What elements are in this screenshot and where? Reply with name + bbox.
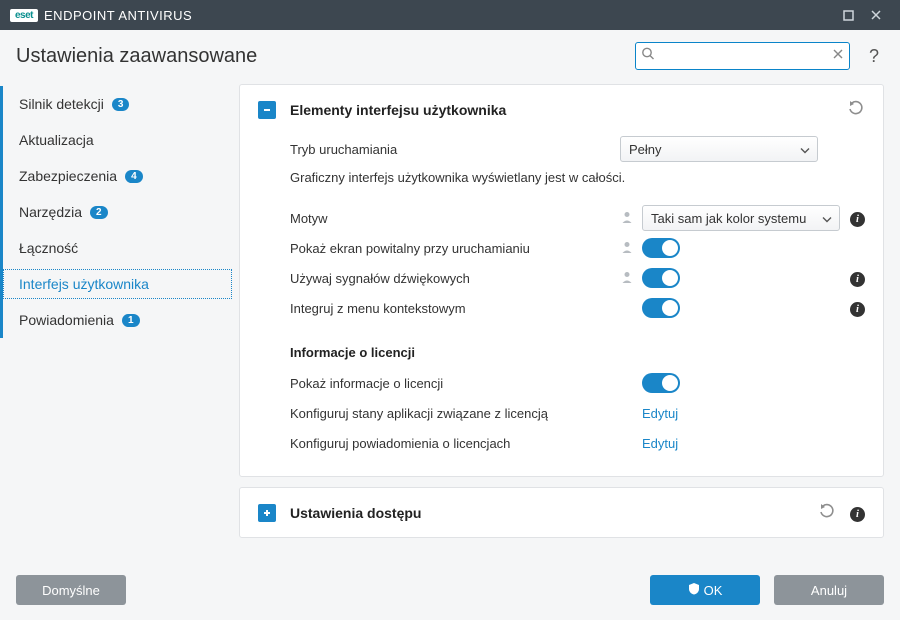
show-license-label: Pokaż informacje o licencji bbox=[290, 376, 620, 391]
sidebar-item-protections[interactable]: Zabezpieczenia 4 bbox=[0, 158, 235, 194]
header: Ustawienia zaawansowane ? bbox=[0, 30, 900, 82]
cancel-button[interactable]: Anuluj bbox=[774, 575, 884, 605]
row-configure-states: Konfiguruj stany aplikacji związane z li… bbox=[290, 398, 865, 428]
shield-icon bbox=[688, 582, 700, 598]
sidebar-badge: 2 bbox=[90, 206, 108, 219]
window-maximize-button[interactable] bbox=[834, 0, 862, 30]
revert-icon[interactable] bbox=[818, 502, 836, 523]
configure-notifs-label: Konfiguruj powiadomienia o licencjach bbox=[290, 436, 620, 451]
titlebar: eset ENDPOINT ANTIVIRUS bbox=[0, 0, 900, 30]
info-icon[interactable]: i bbox=[850, 210, 865, 227]
page-title: Ustawienia zaawansowane bbox=[16, 45, 257, 68]
sidebar-item-connectivity[interactable]: Łączność bbox=[0, 230, 235, 266]
sidebar-item-label: Łączność bbox=[19, 240, 78, 256]
theme-select[interactable]: Taki sam jak kolor systemu bbox=[642, 205, 840, 231]
row-startup-mode: Tryb uruchamiania Pełny bbox=[290, 134, 865, 164]
sidebar-item-notifications[interactable]: Powiadomienia 1 bbox=[0, 302, 235, 338]
person-icon bbox=[620, 210, 634, 227]
startup-mode-note: Graficzny interfejs użytkownika wyświetl… bbox=[290, 170, 865, 185]
help-button[interactable]: ? bbox=[864, 46, 884, 67]
edit-notifs-link[interactable]: Edytuj bbox=[642, 436, 678, 451]
person-icon bbox=[620, 240, 634, 257]
sidebar-item-detection-engine[interactable]: Silnik detekcji 3 bbox=[0, 86, 235, 122]
search-icon bbox=[641, 47, 655, 66]
search-field-wrap bbox=[635, 42, 850, 70]
startup-mode-label: Tryb uruchamiania bbox=[290, 142, 620, 157]
info-icon[interactable]: i bbox=[850, 504, 865, 522]
sidebar-item-user-interface[interactable]: Interfejs użytkownika bbox=[0, 266, 235, 302]
row-show-license: Pokaż informacje o licencji bbox=[290, 368, 865, 398]
panel-ui-elements: Elementy interfejsu użytkownika Tryb uru… bbox=[239, 84, 884, 477]
row-context-menu: Integruj z menu kontekstowym i bbox=[290, 293, 865, 323]
theme-label: Motyw bbox=[290, 211, 620, 226]
person-icon bbox=[620, 270, 634, 287]
product-name: ENDPOINT ANTIVIRUS bbox=[44, 8, 192, 23]
search-clear-icon[interactable] bbox=[832, 47, 844, 65]
sidebar-badge: 3 bbox=[112, 98, 130, 111]
sounds-label: Używaj sygnałów dźwiękowych bbox=[290, 271, 620, 286]
sidebar-item-tools[interactable]: Narzędzia 2 bbox=[0, 194, 235, 230]
info-icon[interactable]: i bbox=[850, 300, 865, 317]
splash-toggle[interactable] bbox=[642, 238, 680, 258]
context-toggle[interactable] bbox=[642, 298, 680, 318]
defaults-button[interactable]: Domyślne bbox=[16, 575, 126, 605]
panel-collapse-icon[interactable] bbox=[258, 101, 276, 119]
sidebar-item-label: Interfejs użytkownika bbox=[19, 276, 149, 292]
search-input[interactable] bbox=[635, 42, 850, 70]
license-section-title: Informacje o licencji bbox=[290, 345, 865, 360]
startup-mode-select[interactable]: Pełny bbox=[620, 136, 818, 162]
sidebar: Silnik detekcji 3 Aktualizacja Zabezpiec… bbox=[0, 82, 235, 560]
panel-access-settings: Ustawienia dostępu i bbox=[239, 487, 884, 538]
splash-label: Pokaż ekran powitalny przy uruchamianiu bbox=[290, 241, 620, 256]
ok-button[interactable]: OK bbox=[650, 575, 760, 605]
revert-icon[interactable] bbox=[847, 99, 865, 120]
sounds-toggle[interactable] bbox=[642, 268, 680, 288]
window-close-button[interactable] bbox=[862, 0, 890, 30]
sidebar-item-label: Aktualizacja bbox=[19, 132, 94, 148]
sidebar-item-label: Zabezpieczenia bbox=[19, 168, 117, 184]
context-label: Integruj z menu kontekstowym bbox=[290, 301, 620, 316]
panel-title: Ustawienia dostępu bbox=[290, 505, 421, 521]
row-show-splash: Pokaż ekran powitalny przy uruchamianiu bbox=[290, 233, 865, 263]
edit-states-link[interactable]: Edytuj bbox=[642, 406, 678, 421]
row-use-sounds: Używaj sygnałów dźwiękowych i bbox=[290, 263, 865, 293]
info-icon[interactable]: i bbox=[850, 270, 865, 287]
panel-title: Elementy interfejsu użytkownika bbox=[290, 102, 506, 118]
panel-expand-icon[interactable] bbox=[258, 504, 276, 522]
footer: Domyślne OK Anuluj bbox=[0, 560, 900, 620]
sidebar-item-update[interactable]: Aktualizacja bbox=[0, 122, 235, 158]
sidebar-badge: 1 bbox=[122, 314, 140, 327]
sidebar-item-label: Powiadomienia bbox=[19, 312, 114, 328]
row-configure-notifications: Konfiguruj powiadomienia o licencjach Ed… bbox=[290, 428, 865, 458]
sidebar-badge: 4 bbox=[125, 170, 143, 183]
configure-states-label: Konfiguruj stany aplikacji związane z li… bbox=[290, 406, 620, 421]
main-content: Elementy interfejsu użytkownika Tryb uru… bbox=[235, 82, 900, 560]
sidebar-item-label: Silnik detekcji bbox=[19, 96, 104, 112]
row-theme: Motyw Taki sam jak kolor systemu bbox=[290, 203, 865, 233]
sidebar-item-label: Narzędzia bbox=[19, 204, 82, 220]
brand-badge: eset bbox=[10, 9, 38, 22]
show-license-toggle[interactable] bbox=[642, 373, 680, 393]
